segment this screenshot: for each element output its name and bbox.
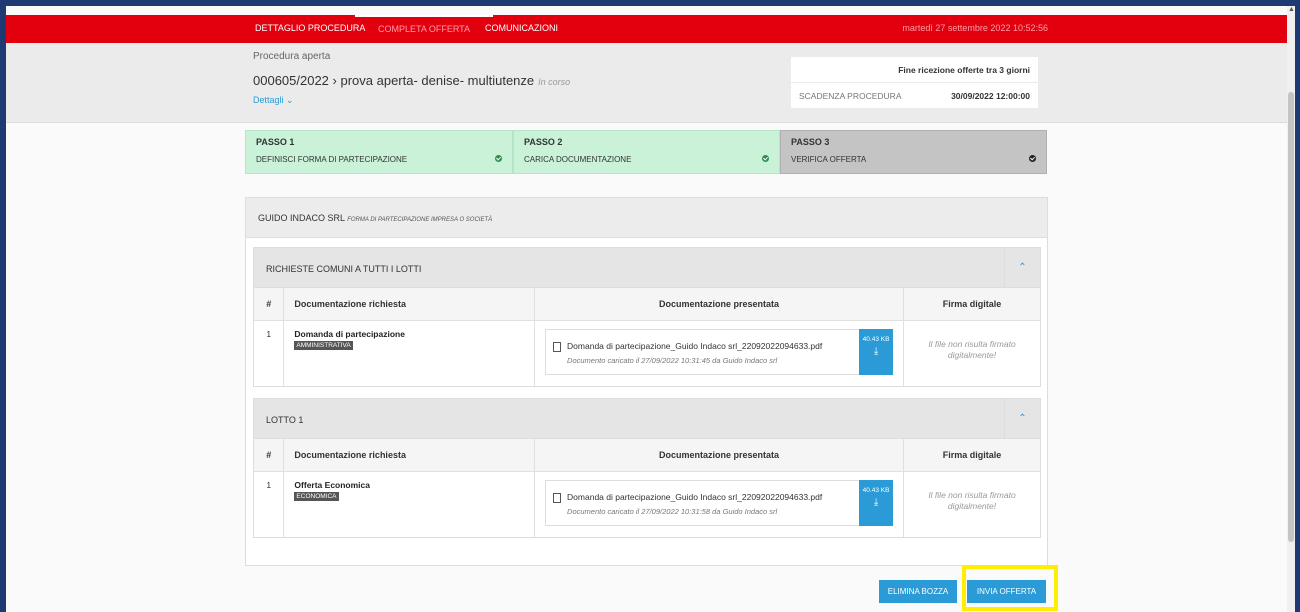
procedure-code: 000605/2022 — [253, 73, 329, 88]
procedure-title: 000605/2022 › prova aperta- denise- mult… — [253, 73, 570, 88]
deadline-label: SCADENZA PROCEDURA — [799, 91, 902, 101]
col-required: Documentazione richiesta — [283, 288, 536, 321]
offer-panel: GUIDO INDACO SRL FORMA DI PARTECIPAZIONE… — [245, 197, 1048, 566]
chevron-right-icon: › — [328, 73, 341, 88]
procedure-name: prova aperta- denise- multiutenze — [340, 73, 535, 88]
procedure-type: Procedura aperta — [253, 51, 331, 62]
section-title-text: RICHIESTE COMUNI A TUTTI I LOTTI — [266, 264, 422, 274]
table-row: 1 Domanda di partecipazione AMMINISTRATI… — [254, 320, 1040, 386]
doc-type-badge: ECONOMICA — [294, 491, 339, 501]
table-header-row: # Documentazione richiesta Documentazion… — [254, 439, 1040, 472]
row-num: 1 — [254, 471, 285, 537]
table-header-row: # Documentazione richiesta Documentazion… — [254, 288, 1040, 321]
step-label: VERIFICA OFFERTA — [791, 155, 867, 164]
presented-doc: Domanda di partecipazione_Guido Indaco s… — [534, 471, 905, 537]
col-presented: Documentazione presentata — [534, 439, 905, 472]
vertical-scrollbar[interactable]: ▲ — [1287, 6, 1295, 612]
col-signature: Firma digitale — [903, 439, 1040, 472]
file-meta: Documento caricato il 27/09/2022 10:31:5… — [567, 506, 778, 516]
file-meta: Documento caricato il 27/09/2022 10:31:4… — [567, 355, 778, 365]
step-2[interactable]: PASSO 2 CARICA DOCUMENTAZIONE — [513, 130, 780, 174]
scroll-up-icon[interactable]: ▲ — [1288, 6, 1295, 14]
documents-table: # Documentazione richiesta Documentazion… — [254, 439, 1040, 537]
company-header: GUIDO INDACO SRL FORMA DI PARTECIPAZIONE… — [246, 198, 1047, 238]
section-title: RICHIESTE COMUNI A TUTTI I LOTTI ⌃ — [254, 248, 1040, 288]
section-lotto-1: LOTTO 1 ⌃ # Documentazione richiesta Doc… — [253, 398, 1041, 538]
required-doc: Domanda di partecipazione AMMINISTRATIVA — [283, 320, 536, 386]
file-size: 40.43 KB — [862, 335, 890, 343]
current-datetime: martedì 27 settembre 2022 10:52:56 — [902, 23, 1048, 33]
documents-table: # Documentazione richiesta Documentazion… — [254, 288, 1040, 386]
section-title: LOTTO 1 ⌃ — [254, 399, 1040, 439]
deadline-box: Fine ricezione offerte tra 3 giorni SCAD… — [791, 57, 1038, 108]
step-label: CARICA DOCUMENTAZIONE — [524, 155, 632, 164]
details-link[interactable]: Dettagli ⌄ — [253, 95, 294, 106]
procedure-header: Procedura aperta 000605/2022 › prova ape… — [6, 43, 1287, 123]
file-size: 40.43 KB — [862, 486, 890, 494]
step-number: PASSO 1 — [256, 137, 295, 147]
tab-comunicazioni[interactable]: COMUNICAZIONI — [485, 15, 558, 43]
section-common: RICHIESTE COMUNI A TUTTI I LOTTI ⌃ # Doc… — [253, 247, 1041, 387]
doc-type-badge: AMMINISTRATIVA — [294, 340, 353, 350]
step-label: DEFINISCI FORMA DI PARTECIPAZIONE — [256, 155, 408, 164]
file-icon — [553, 492, 562, 503]
company-name: GUIDO INDACO SRL — [258, 213, 345, 223]
section-title-text: LOTTO 1 — [266, 415, 304, 425]
file-name[interactable]: Domanda di partecipazione_Guido Indaco s… — [567, 492, 822, 502]
tab-completa-offerta[interactable]: COMPLETA OFFERTA — [355, 15, 494, 43]
col-num: # — [254, 288, 285, 321]
download-button[interactable]: 40.43 KB ⤓ — [859, 479, 894, 526]
table-row: 1 Offerta Economica ECONOMICA Domanda di… — [254, 471, 1040, 537]
step-number: PASSO 3 — [791, 137, 830, 147]
chevron-up-icon[interactable]: ⌃ — [1004, 399, 1040, 439]
app-window: DETTAGLIO PROCEDURA COMPLETA OFFERTA COM… — [6, 6, 1287, 612]
download-icon: ⤓ — [873, 345, 879, 357]
file-item: Domanda di partecipazione_Guido Indaco s… — [545, 479, 894, 526]
doc-name: Offerta Economica — [294, 479, 370, 490]
download-icon: ⤓ — [873, 496, 879, 508]
file-item: Domanda di partecipazione_Guido Indaco s… — [545, 328, 894, 375]
details-label: Dettagli — [253, 95, 284, 105]
row-num: 1 — [254, 320, 285, 386]
col-signature: Firma digitale — [903, 288, 1040, 321]
step-3[interactable]: PASSO 3 VERIFICA OFFERTA — [780, 130, 1047, 174]
check-circle-icon — [1029, 155, 1036, 162]
file-name[interactable]: Domanda di partecipazione_Guido Indaco s… — [567, 341, 822, 351]
signature-status: Il file non risulta firmato digitalmente… — [928, 489, 1016, 511]
participation-form: FORMA DI PARTECIPAZIONE IMPRESA O SOCIET… — [347, 217, 493, 223]
chevron-down-icon: ⌄ — [286, 95, 294, 105]
col-required: Documentazione richiesta — [283, 439, 536, 472]
file-icon — [553, 341, 562, 352]
signature-status: Il file non risulta firmato digitalmente… — [928, 338, 1016, 360]
deadline-value: 30/09/2022 12:00:00 — [951, 91, 1030, 101]
presented-doc: Domanda di partecipazione_Guido Indaco s… — [534, 320, 905, 386]
deadline-countdown: Fine ricezione offerte tra 3 giorni — [791, 57, 1038, 82]
delete-draft-button[interactable]: ELIMINA BOZZA — [879, 580, 957, 603]
deadline-row: SCADENZA PROCEDURA 30/09/2022 12:00:00 — [791, 83, 1038, 108]
required-doc: Offerta Economica ECONOMICA — [283, 471, 536, 537]
chevron-up-icon[interactable]: ⌃ — [1004, 248, 1040, 288]
download-button[interactable]: 40.43 KB ⤓ — [859, 328, 894, 375]
check-circle-icon — [762, 155, 769, 162]
wizard-steps: PASSO 1 DEFINISCI FORMA DI PARTECIPAZION… — [245, 130, 1047, 174]
highlight-box — [962, 565, 1058, 611]
top-nav: DETTAGLIO PROCEDURA COMPLETA OFFERTA COM… — [6, 15, 1287, 43]
col-presented: Documentazione presentata — [534, 288, 905, 321]
step-number: PASSO 2 — [524, 137, 563, 147]
procedure-status: In corso — [538, 77, 571, 87]
check-circle-icon — [495, 155, 502, 162]
doc-name: Domanda di partecipazione — [294, 328, 405, 339]
scrollbar-thumb[interactable] — [1288, 92, 1294, 542]
step-1[interactable]: PASSO 1 DEFINISCI FORMA DI PARTECIPAZION… — [245, 130, 513, 174]
tab-dettaglio-procedura[interactable]: DETTAGLIO PROCEDURA — [255, 15, 365, 43]
col-num: # — [254, 439, 285, 472]
